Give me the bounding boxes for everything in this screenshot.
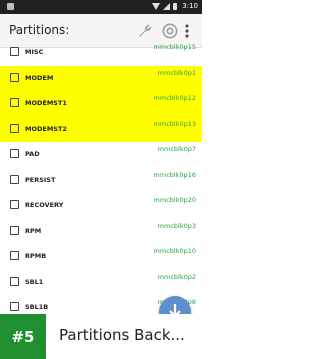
partition-checkbox[interactable] — [10, 302, 19, 311]
partition-device: mmcblk0p20 — [153, 196, 196, 204]
partition-name: MODEM — [25, 73, 54, 82]
partition-row[interactable]: MODEMST1 mmcblk0p12 — [0, 91, 202, 117]
rank-badge: #5 — [0, 314, 46, 359]
partition-checkbox[interactable] — [10, 47, 19, 56]
partition-row[interactable]: SBL1 mmcblk0p2 — [0, 270, 202, 296]
partition-checkbox[interactable] — [10, 200, 19, 209]
partition-device: mmcblk0p16 — [153, 170, 196, 179]
wifi-icon — [152, 2, 161, 10]
battery-icon — [173, 2, 178, 10]
partition-device: mmcblk0p13 — [153, 119, 196, 128]
partition-name: RECOVERY — [25, 201, 64, 209]
partition-device: mmcblk0p1 — [157, 68, 196, 77]
partition-row[interactable]: MODEMST2 mmcblk0p13 — [0, 116, 202, 142]
partition-row[interactable]: RECOVERY mmcblk0p20 — [0, 193, 202, 219]
partition-checkbox[interactable] — [10, 276, 19, 286]
partition-checkbox[interactable] — [10, 251, 19, 260]
partition-checkbox[interactable] — [10, 174, 19, 184]
status-bar: 3:10 — [0, 0, 202, 14]
partition-row[interactable]: MISC mmcblk0p15 — [0, 40, 202, 66]
partition-checkbox[interactable] — [10, 72, 19, 82]
partition-name: RPMB — [25, 252, 47, 260]
partition-device: mmcblk0p10 — [153, 247, 196, 255]
partition-name: MODEMST1 — [25, 99, 67, 107]
banner-title: Partitions Back... — [59, 326, 185, 344]
store-banner: #5 Partitions Back... — [0, 314, 202, 359]
partition-row[interactable]: MODEM mmcblk0p1 — [0, 65, 202, 91]
partition-row[interactable]: PAD mmcblk0p7 — [0, 142, 202, 168]
page-title: Partitions: — [9, 23, 70, 37]
partition-device: mmcblk0p7 — [157, 145, 196, 153]
partition-checkbox[interactable] — [10, 149, 19, 158]
partition-name: RPM — [25, 226, 42, 235]
partition-row[interactable]: RPM mmcblk0p3 — [0, 219, 202, 245]
partition-checkbox[interactable] — [10, 225, 19, 235]
partition-device: mmcblk0p12 — [153, 94, 196, 102]
notification-icon — [7, 3, 14, 10]
help-icon[interactable] — [162, 23, 178, 39]
partition-name: PAD — [25, 150, 40, 158]
status-clock: 3:10 — [182, 2, 198, 10]
wrench-icon[interactable] — [136, 22, 154, 40]
partition-name: MODEMST2 — [25, 124, 67, 133]
partition-name: MISC — [25, 48, 44, 56]
partition-name: SBL1B — [25, 303, 49, 311]
partition-list: MISC mmcblk0p15 MODEM mmcblk0p1 MODEMST1 mmcb… — [0, 40, 202, 321]
partition-device: mmcblk0p15 — [153, 43, 196, 51]
partition-device: mmcblk0p2 — [157, 272, 196, 281]
overflow-menu-icon[interactable] — [184, 23, 190, 39]
partition-checkbox[interactable] — [10, 98, 19, 107]
signal-icon — [163, 2, 171, 10]
partition-device: mmcblk0p3 — [157, 221, 196, 230]
partition-name: PERSIST — [25, 175, 56, 184]
partition-row[interactable]: PERSIST mmcblk0p16 — [0, 168, 202, 194]
partition-checkbox[interactable] — [10, 123, 19, 133]
partition-name: SBL1 — [25, 277, 44, 286]
status-icons: 3:10 — [152, 2, 198, 10]
partition-row[interactable]: RPMB mmcblk0p10 — [0, 244, 202, 270]
